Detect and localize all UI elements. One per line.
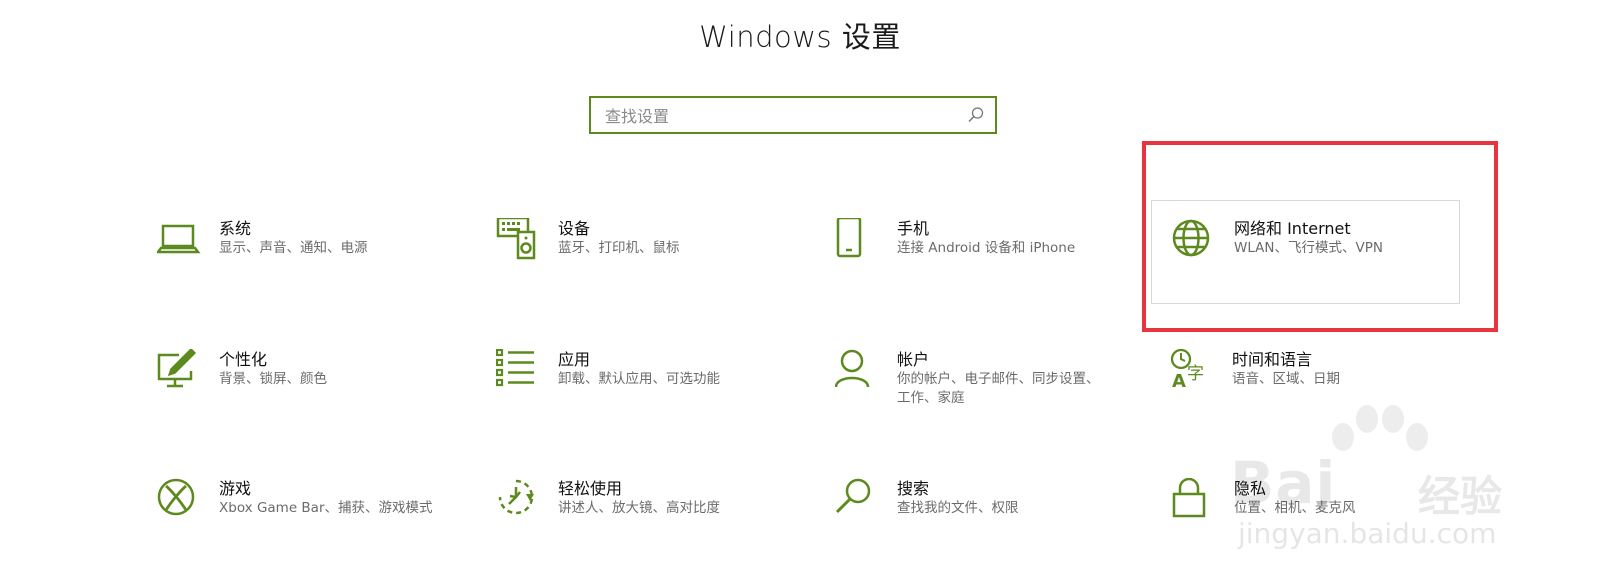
page-title: Windows 设置: [699, 20, 901, 54]
tile-label: 网络和 Internet: [1234, 219, 1351, 238]
tile-description: 连接 Android 设备和 iPhone: [897, 240, 1076, 256]
search-input[interactable]: [603, 98, 967, 134]
tile-description: 背景、锁屏、颜色: [219, 371, 327, 387]
tile-description: Xbox Game Bar、捕获、游戏模式: [219, 500, 433, 516]
tile-description: 查找我的文件、权限: [897, 500, 1019, 516]
phone-icon: [836, 218, 862, 258]
apps-list-icon: [496, 349, 534, 387]
tile-label: 系统: [219, 219, 252, 238]
tile-label: 隐私: [1234, 479, 1267, 498]
tile-description: 讲述人、放大镜、高对比度: [558, 500, 720, 516]
tile-ease-of-access[interactable]: 轻松使用 讲述人、放大镜、高对比度: [496, 478, 796, 558]
tile-description: 显示、声音、通知、电源: [219, 240, 368, 256]
paint-icon: [157, 349, 197, 388]
tile-time-language[interactable]: A 字 时间和语言 语音、区域、日期: [1170, 349, 1470, 429]
tile-gaming[interactable]: 游戏 Xbox Game Bar、捕获、游戏模式: [157, 478, 457, 558]
time-language-icon: A 字: [1170, 349, 1204, 392]
tile-label: 游戏: [219, 479, 252, 498]
tile-description: 你的帐户、电子邮件、同步设置、工作、家庭: [897, 371, 1100, 406]
tile-label: 时间和语言: [1232, 350, 1313, 369]
magnifier-icon: [835, 478, 871, 514]
tile-search[interactable]: 搜索 查找我的文件、权限: [835, 478, 1135, 558]
tile-description: WLAN、飞行模式、VPN: [1234, 240, 1383, 256]
tile-description: 位置、相机、麦克风: [1234, 500, 1356, 516]
tile-system[interactable]: 系统 显示、声音、通知、电源: [157, 218, 457, 298]
tile-label: 设备: [558, 219, 591, 238]
svg-text:A: A: [1172, 371, 1186, 392]
tile-network[interactable]: 网络和 Internet WLAN、飞行模式、VPN: [1172, 218, 1472, 298]
tile-label: 搜索: [897, 479, 930, 498]
tile-label: 个性化: [219, 350, 268, 369]
svg-text:字: 字: [1187, 364, 1204, 384]
tile-description: 语音、区域、日期: [1232, 371, 1340, 387]
devices-icon: [496, 218, 536, 260]
person-icon: [835, 349, 870, 388]
globe-icon: [1172, 219, 1210, 257]
tile-privacy[interactable]: 隐私 位置、相机、麦克风: [1172, 478, 1472, 558]
xbox-icon: [157, 478, 195, 516]
tile-label: 轻松使用: [558, 479, 623, 498]
tile-personalization[interactable]: 个性化 背景、锁屏、颜色: [157, 349, 457, 429]
laptop-icon: [157, 224, 201, 254]
tile-label: 手机: [897, 219, 930, 238]
tile-apps[interactable]: 应用 卸载、默认应用、可选功能: [496, 349, 796, 429]
tile-label: 应用: [558, 350, 591, 369]
tile-phone[interactable]: 手机 连接 Android 设备和 iPhone: [835, 218, 1135, 298]
ease-of-access-icon: [498, 479, 534, 515]
tile-accounts[interactable]: 帐户 你的帐户、电子邮件、同步设置、工作、家庭: [835, 349, 1135, 429]
search-icon[interactable]: [967, 106, 985, 124]
tile-label: 帐户: [897, 350, 930, 369]
tile-description: 蓝牙、打印机、鼠标: [558, 240, 680, 256]
lock-icon: [1172, 478, 1206, 518]
search-box[interactable]: [589, 96, 997, 134]
tile-description: 卸载、默认应用、可选功能: [558, 371, 720, 387]
tile-devices[interactable]: 设备 蓝牙、打印机、鼠标: [496, 218, 796, 298]
